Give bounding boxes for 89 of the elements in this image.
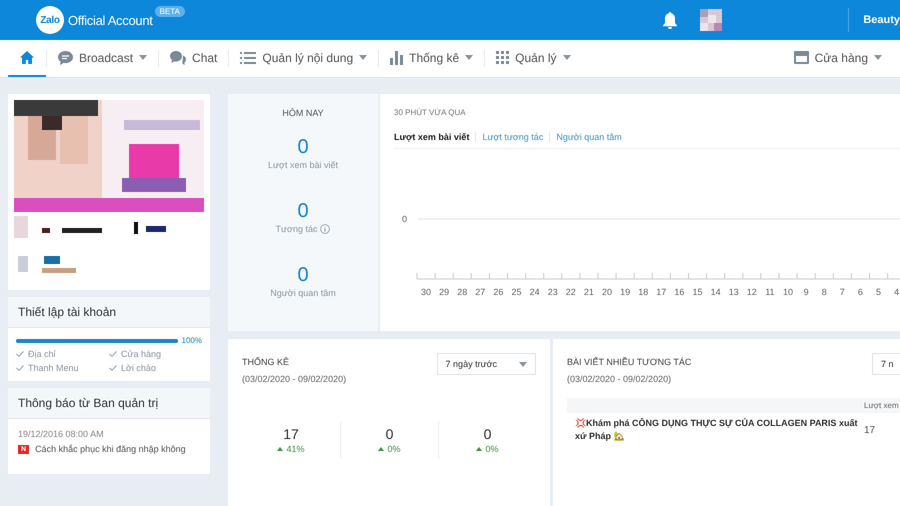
nav-tab[interactable]: Quản lý [485, 40, 582, 77]
axis-label: 6 [858, 287, 863, 297]
card-title: Thiết lập tài khoản [8, 297, 210, 328]
zalo-logo[interactable]: Zalo [36, 6, 64, 34]
metric-label: Người quan tâm [270, 288, 336, 298]
axis-label: 20 [602, 287, 612, 297]
stat-value: 0 [484, 426, 492, 442]
post-title[interactable]: 💢Khám phá CÔNG DỤNG THỰC SỰ CỦA COLLAGEN PARIS xuất xứ Pháp 🏡 [575, 417, 864, 443]
axis-label: 24 [530, 287, 540, 297]
app-title: Official Account [68, 12, 153, 28]
axis-label: 25 [512, 287, 522, 297]
card-title: BÀI VIẾT NHIỀU TƯƠNG TÁC [567, 357, 692, 367]
up-arrow-icon [277, 447, 284, 451]
caret-icon [465, 55, 474, 60]
checklist-item: Cửa hàng [109, 349, 202, 359]
caret-icon [562, 55, 571, 60]
metric-label: Tương tác [276, 224, 318, 234]
nav-tab[interactable]: Quản lý nội dung [229, 40, 378, 77]
axis-label: 21 [584, 287, 594, 297]
axis-label: 8 [822, 287, 827, 297]
metric-value: 0 [297, 200, 309, 222]
up-arrow-icon [378, 447, 384, 451]
card-title: THỐNG KÊ [242, 357, 290, 367]
notice-date: 19/12/2016 08:00 AM [18, 429, 105, 439]
axis-label: 0 [402, 214, 408, 224]
nav-tab[interactable]: Thống kê [379, 40, 484, 77]
notice-link[interactable]: Cách khắc phục khi đăng nhập không [35, 444, 186, 454]
caret-icon [139, 55, 148, 60]
chat-bubble-icon [170, 50, 186, 64]
axis-label: 17 [656, 287, 666, 297]
nav-tab[interactable]: Broadcast [47, 40, 158, 77]
stat-value: 0 [386, 426, 394, 442]
grid-icon [496, 51, 510, 64]
axis-label: 13 [728, 287, 739, 297]
checklist-item: Thanh Menu [16, 363, 109, 373]
date-range: (03/02/2020 - 09/02/2020) [242, 374, 346, 384]
axis-label: 16 [674, 287, 684, 297]
metric-value: 0 [297, 264, 309, 286]
list-icon [240, 52, 256, 64]
axis-label: 29 [439, 287, 450, 297]
axis-label: 23 [548, 287, 558, 297]
metric-label: Lượt xem bài viết [268, 160, 338, 170]
progress-percent: 100% [182, 336, 202, 345]
caret-icon [519, 362, 527, 366]
axis-label: 14 [710, 287, 721, 297]
axis-label: 19 [620, 287, 630, 297]
axis-label: 9 [804, 287, 809, 297]
chart-tab[interactable]: Lượt xem bài viết [394, 132, 476, 142]
axis-label: 4 [894, 287, 900, 297]
beta-badge: BETA [154, 6, 185, 17]
stat-change: 0% [387, 444, 400, 454]
up-arrow-icon [476, 447, 482, 451]
table-cell-text: 17 [864, 424, 876, 436]
axis-label: 27 [475, 287, 486, 297]
stat-change: 0% [485, 444, 498, 454]
period-dropdown[interactable]: 7 n [872, 353, 900, 375]
bar-chart-icon [390, 50, 404, 64]
axis-label: 12 [746, 287, 757, 297]
axis-label: 10 [783, 287, 793, 297]
caret-icon [874, 55, 882, 60]
column-header: Lượt xem [864, 401, 900, 410]
card-title: Thông báo từ Ban quản trị [8, 388, 210, 419]
stat-value: 17 [283, 426, 299, 442]
home-icon [20, 51, 34, 64]
checklist-item: Địa chỉ [16, 349, 109, 359]
axis-label: 26 [493, 287, 504, 297]
axis-label: 22 [566, 287, 576, 297]
date-range: (03/02/2020 - 09/02/2020) [567, 374, 672, 384]
axis-label: 28 [457, 287, 468, 297]
axis-label: 7 [840, 287, 845, 297]
panel-title: HÔM NAY [282, 108, 324, 118]
stat-change: 41% [286, 444, 304, 454]
nav-tab[interactable]: Chat [159, 40, 228, 77]
store-menu[interactable]: Cửa hàng [782, 40, 900, 77]
metric-value: 0 [297, 136, 309, 158]
axis-label: 30 [421, 287, 431, 297]
period-dropdown[interactable]: 7 ngày trước [436, 353, 536, 375]
checklist-item: Lời chào [109, 363, 202, 373]
store-icon [794, 51, 809, 64]
account-name[interactable]: Beauty [863, 14, 900, 26]
axis-label: 15 [692, 287, 702, 297]
chat-bubble-icon [58, 50, 73, 64]
info-icon[interactable] [320, 224, 330, 234]
caret-icon [359, 55, 368, 60]
axis-label: 11 [765, 287, 775, 297]
bell-icon[interactable] [662, 12, 678, 28]
axis-label: 5 [876, 287, 881, 297]
axis-label: 18 [638, 287, 648, 297]
panel-title: 30 PHÚT VỪA QUA [394, 108, 467, 117]
